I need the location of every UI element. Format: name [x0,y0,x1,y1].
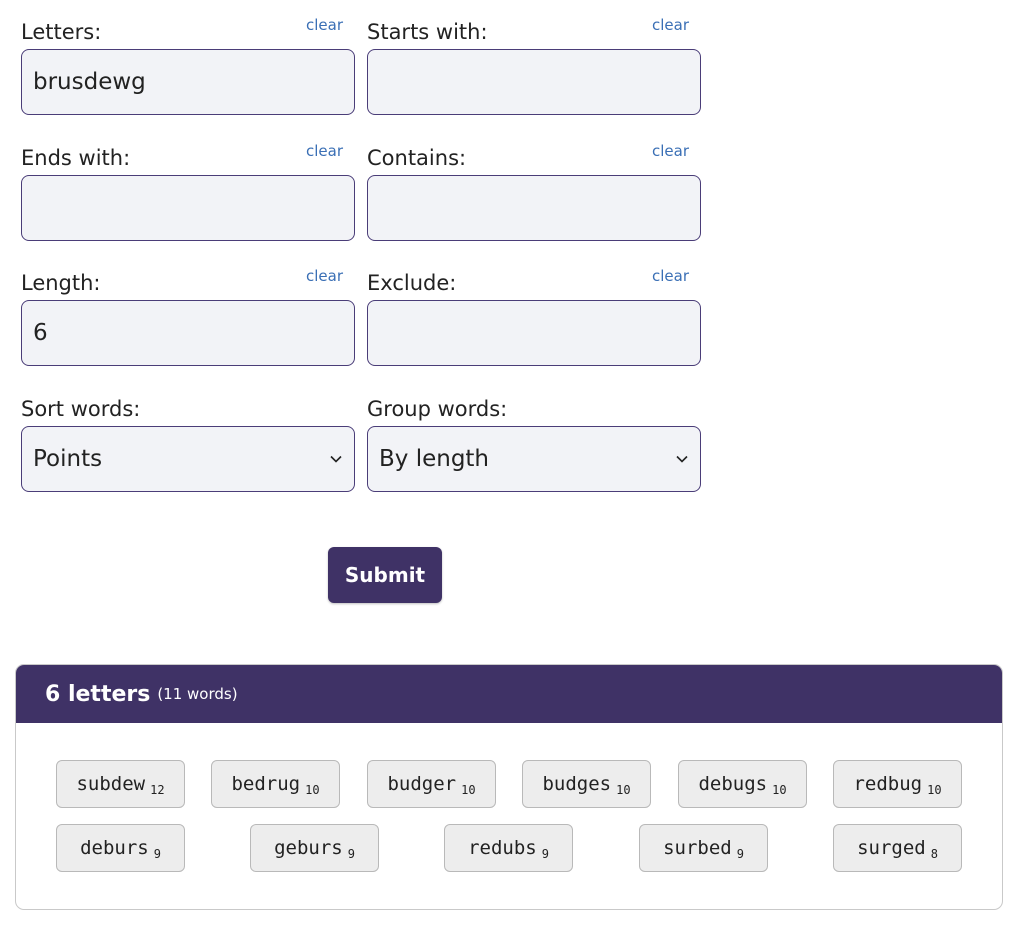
word-text: redubs [468,837,537,859]
length-clear-link[interactable]: clear [306,267,343,285]
starts-with-input[interactable] [367,49,701,115]
word-points: 10 [927,783,942,797]
word-text: subdew [76,773,146,795]
word-points: 10 [772,783,787,797]
word-points: 9 [347,847,355,861]
sort-words-label: Sort words: [21,397,141,421]
ends-with-input[interactable] [21,175,355,241]
word-points: 9 [153,847,161,861]
word-points: 9 [541,847,549,861]
results-header: 6 letters (11 words) [16,665,1002,723]
word-points: 10 [305,783,320,797]
word-text: redbug [853,773,923,795]
word-chip[interactable]: debugs 10 [678,760,807,808]
word-text: deburs [80,837,149,859]
submit-button[interactable]: Submit [328,547,442,603]
ends-with-clear-link[interactable]: clear [306,142,343,160]
contains-label: Contains: [367,146,467,170]
word-chip[interactable]: surged 8 [833,824,962,872]
letters-label: Letters: [21,20,102,44]
word-text: surbed [663,837,732,859]
word-text: surged [857,837,926,859]
sort-words-value: Points [33,446,103,472]
word-chip[interactable]: deburs 9 [56,824,185,872]
exclude-input[interactable] [367,300,701,366]
word-points: 9 [736,847,744,861]
ends-with-label: Ends with: [21,146,131,170]
exclude-clear-link[interactable]: clear [652,267,689,285]
word-chip[interactable]: redubs 9 [444,824,573,872]
word-text: debugs [698,773,768,795]
word-chip[interactable]: redbug 10 [833,760,962,808]
letters-input[interactable] [21,49,355,115]
group-words-value: By length [379,446,490,472]
word-points: 8 [930,847,938,861]
length-label: Length: [21,271,101,295]
group-words-select[interactable]: By length [367,426,701,492]
word-chip[interactable]: budger 10 [367,760,496,808]
starts-with-label: Starts with: [367,20,488,44]
results-panel: 6 letters (11 words) subdew 12 bedrug 10 b… [15,664,1003,910]
exclude-label: Exclude: [367,271,457,295]
word-text: budger [387,773,457,795]
results-group-title: 6 letters [45,681,151,707]
group-words-label: Group words: [367,397,508,421]
word-text: geburs [274,837,343,859]
word-chip[interactable]: geburs 9 [250,824,379,872]
results-word-count: (11 words) [157,685,238,703]
sort-words-select[interactable]: Points [21,426,355,492]
word-text: bedrug [231,773,301,795]
word-chip[interactable]: budges 10 [522,760,651,808]
word-points: 12 [150,783,165,797]
contains-clear-link[interactable]: clear [652,142,689,160]
word-points: 10 [616,783,631,797]
word-text: budges [542,773,612,795]
word-chip[interactable]: subdew 12 [56,760,185,808]
letters-clear-link[interactable]: clear [306,16,343,34]
chevron-down-icon [330,455,342,463]
word-chip[interactable]: surbed 9 [639,824,768,872]
word-points: 10 [461,783,476,797]
chevron-down-icon [676,455,688,463]
starts-with-clear-link[interactable]: clear [652,16,689,34]
contains-input[interactable] [367,175,701,241]
length-input[interactable] [21,300,355,366]
word-chip[interactable]: bedrug 10 [211,760,340,808]
